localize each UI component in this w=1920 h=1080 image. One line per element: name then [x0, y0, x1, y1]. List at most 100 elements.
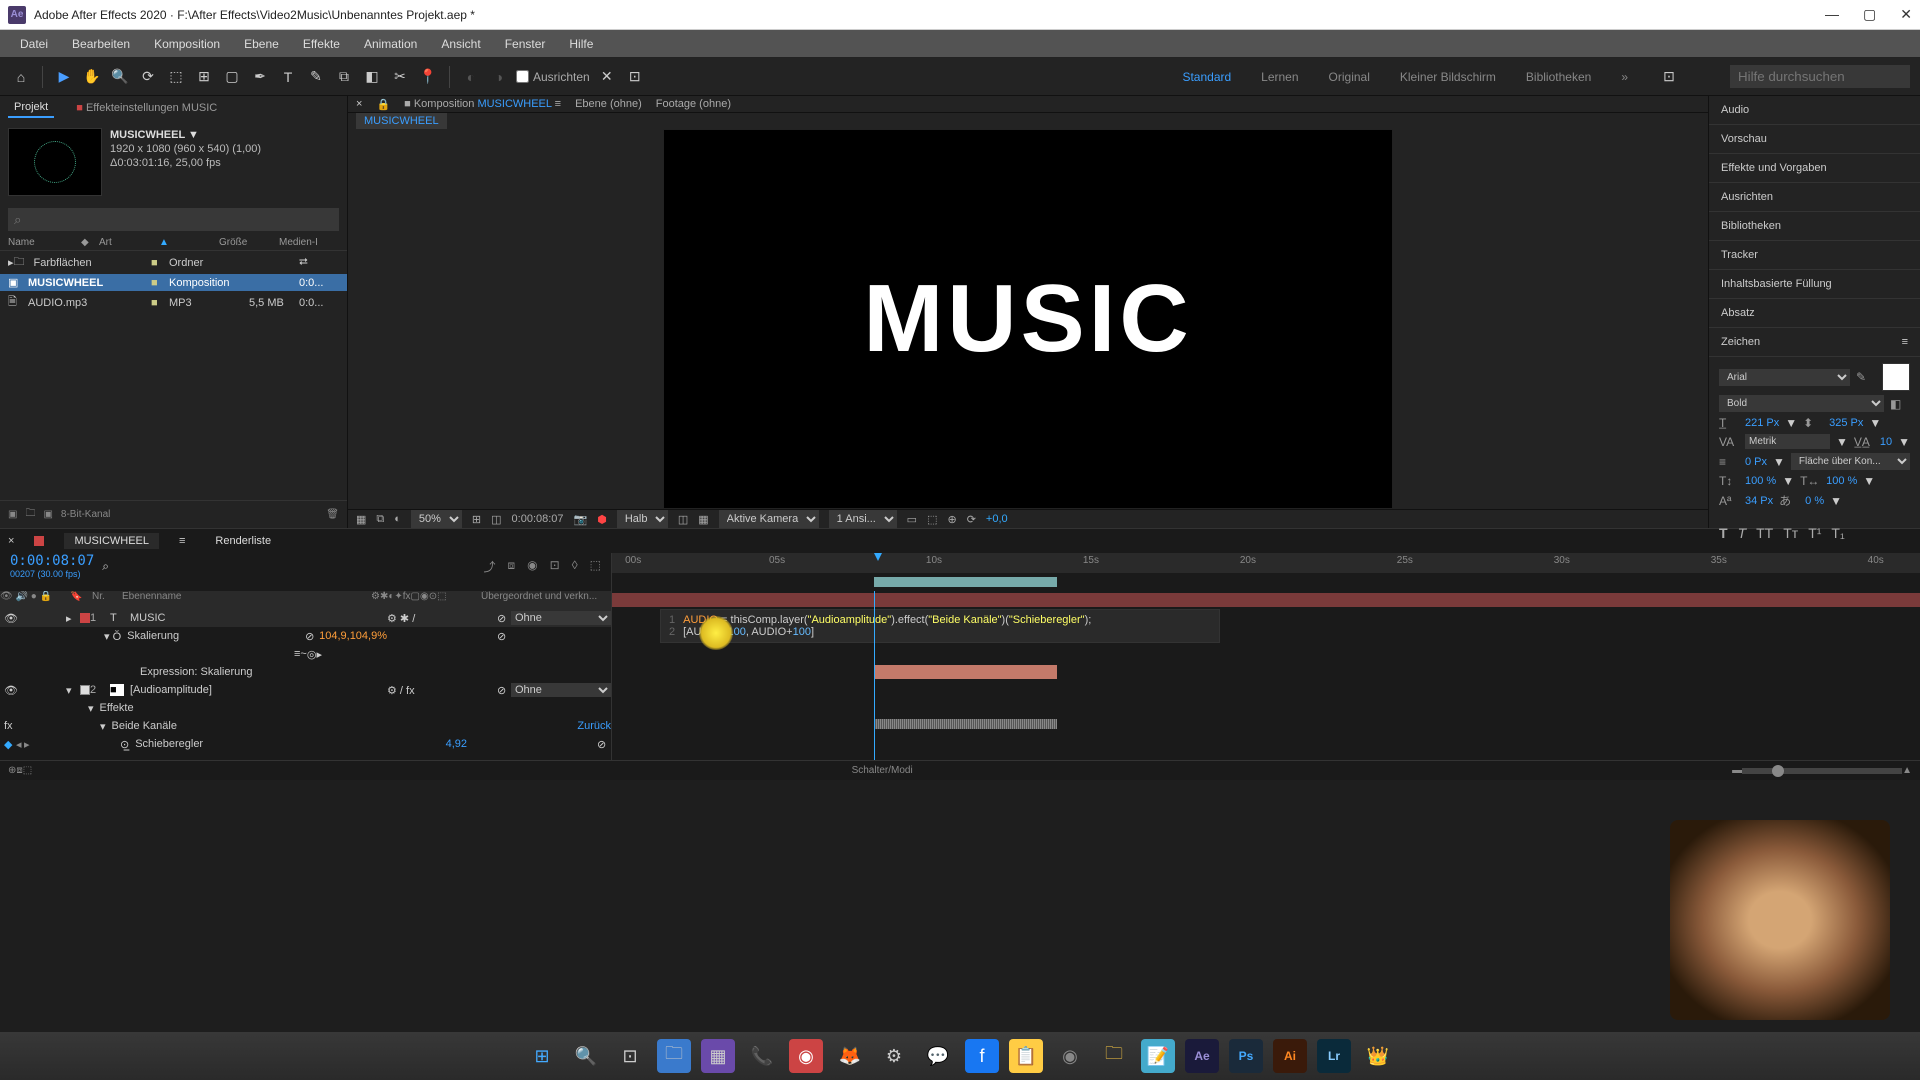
tl-toggle-icon-1[interactable]: ⊕	[8, 765, 16, 776]
bit-depth[interactable]: 8-Bit-Kanal	[61, 509, 110, 520]
anchor-tool-icon[interactable]: ⊞	[193, 66, 215, 88]
ai-taskbar-icon[interactable]: Ai	[1273, 1039, 1307, 1073]
stroke-mode-dropdown[interactable]: Fläche über Kon...	[1791, 453, 1910, 470]
viewer-icon-5[interactable]: ⬚	[927, 513, 937, 526]
workspace-bibliotheken[interactable]: Bibliotheken	[1526, 70, 1591, 84]
workspace-standard[interactable]: Standard	[1182, 70, 1231, 84]
app-icon-2[interactable]: ◉	[789, 1039, 823, 1073]
viewer-grid-icon[interactable]: ⊞	[472, 513, 481, 526]
project-search-input[interactable]	[8, 208, 339, 231]
stroke-width-value[interactable]: 0 Px	[1745, 456, 1767, 468]
timeline-timecode[interactable]: 0:00:08:07	[10, 553, 94, 569]
camera-dropdown[interactable]: Aktive Kamera	[719, 510, 819, 528]
expression-editor[interactable]: 1AUDIO = thisComp.layer("Audioamplitude"…	[660, 609, 1220, 643]
tl-close-icon[interactable]: ×	[8, 535, 14, 547]
comp-tab-lock-icon[interactable]: 🔒	[376, 98, 390, 111]
font-style-dropdown[interactable]: Bold	[1719, 395, 1884, 412]
tl-graph-icon[interactable]: ⊡	[550, 558, 560, 575]
tl-tab-comp[interactable]: MUSICWHEEL	[64, 533, 159, 549]
panel-effekte[interactable]: Effekte und Vorgaben	[1709, 154, 1920, 183]
project-item-audio[interactable]: 🗎 AUDIO.mp3 ■ MP3 5,5 MB 0:0...	[0, 291, 347, 314]
folder-taskbar-icon[interactable]: 🗀	[1097, 1039, 1131, 1073]
messenger-icon[interactable]: 💬	[921, 1039, 955, 1073]
whatsapp-icon[interactable]: 📞	[745, 1039, 779, 1073]
workspace-lernen[interactable]: Lernen	[1261, 70, 1298, 84]
panel-bibliotheken[interactable]: Bibliotheken	[1709, 212, 1920, 241]
minimize-button[interactable]: —	[1825, 6, 1839, 23]
tl-zoom-in-icon[interactable]: ▲	[1902, 765, 1912, 776]
timeline-tracks[interactable]: 1AUDIO = thisComp.layer("Audioamplitude"…	[612, 591, 1920, 760]
tl-frameblend-icon[interactable]: ⧈	[508, 558, 516, 575]
panel-tracker[interactable]: Tracker	[1709, 241, 1920, 270]
composition-viewer[interactable]: MUSIC	[663, 129, 1393, 509]
trash-icon[interactable]: 🗑	[326, 509, 339, 520]
roto-tool-icon[interactable]: ✂	[389, 66, 411, 88]
layer2-bar[interactable]	[874, 665, 1057, 679]
viewer-icon-2[interactable]: ⧉	[376, 513, 384, 526]
views-dropdown[interactable]: 1 Ansi...	[829, 510, 897, 528]
zoom-tool-icon[interactable]: 🔍	[109, 66, 131, 88]
parent-dropdown-1[interactable]: Ohne	[511, 611, 611, 625]
workspace-kleiner[interactable]: Kleiner Bildschirm	[1400, 70, 1496, 84]
panel-absatz[interactable]: Absatz	[1709, 299, 1920, 328]
viewer-mask-icon[interactable]: ◫	[491, 513, 501, 526]
interpret-icon[interactable]: ▣	[8, 509, 17, 520]
project-item-folder[interactable]: ▸ 🗀 Farbflächen ■ Ordner ⮂	[0, 251, 347, 274]
workarea-bar[interactable]	[874, 577, 1057, 587]
prop-schieberegler[interactable]: ◆◂▸ ⊙̲ Schieberegler 4,92 ⊘	[0, 735, 611, 753]
firefox-icon[interactable]: 🦊	[833, 1039, 867, 1073]
playhead[interactable]	[874, 553, 882, 561]
tl-toggle-icon-3[interactable]: ⬚	[23, 765, 32, 776]
prop-beide-kanaele[interactable]: fx▾ Beide Kanäle Zurück	[0, 717, 611, 735]
tl-marker-icon[interactable]: ◊	[572, 558, 578, 575]
tab-footage[interactable]: Footage (ohne)	[656, 98, 731, 110]
workspace-more[interactable]: »	[1621, 70, 1628, 84]
col-art[interactable]: Art	[99, 237, 159, 248]
selection-tool-icon[interactable]: ▶	[53, 66, 75, 88]
tl-search-icon[interactable]: ⌕	[102, 559, 109, 574]
menu-fenster[interactable]: Fenster	[493, 30, 558, 58]
tab-composition[interactable]: ■ Komposition MUSICWHEEL ≡	[404, 98, 561, 110]
eraser-tool-icon[interactable]: ◧	[361, 66, 383, 88]
viewer-icon-7[interactable]: ⟳	[967, 513, 976, 526]
tl-zoom-out-icon[interactable]: ▬	[1732, 765, 1742, 776]
text-tool-icon[interactable]: T	[277, 66, 299, 88]
layer-row-1[interactable]: 👁 ▸ 1 T MUSIC ⚙ ✱ / ⊘ Ohne	[0, 609, 611, 627]
col-media[interactable]: Medien-I	[279, 237, 339, 248]
start-button[interactable]: ⊞	[525, 1039, 559, 1073]
scaling-value[interactable]: 104,9,104,9%	[319, 630, 387, 642]
panel-ausrichten[interactable]: Ausrichten	[1709, 183, 1920, 212]
tab-effekteinstellungen[interactable]: ■ Effekteinstellungen MUSIC	[70, 99, 223, 117]
menu-ansicht[interactable]: Ansicht	[429, 30, 492, 58]
vscale-value[interactable]: 100 %	[1745, 475, 1776, 487]
grid-icon[interactable]: ⊡	[624, 66, 646, 88]
search-taskbar-icon[interactable]: 🔍	[569, 1039, 603, 1073]
region-icon[interactable]: ◫	[678, 513, 688, 526]
ps-taskbar-icon[interactable]: Ps	[1229, 1039, 1263, 1073]
app-icon-1[interactable]: ▦	[701, 1039, 735, 1073]
prop-effekte[interactable]: ▾ Effekte	[0, 699, 611, 717]
tab-layer[interactable]: Ebene (ohne)	[575, 98, 642, 110]
obs-icon[interactable]: ◉	[1053, 1039, 1087, 1073]
tl-zoom-slider[interactable]	[1772, 765, 1784, 777]
app-icon-5[interactable]: 👑	[1361, 1039, 1395, 1073]
home-icon[interactable]: ⌂	[10, 66, 32, 88]
fill-color-swatch[interactable]	[1882, 363, 1910, 391]
parent-dropdown-2[interactable]: Ohne	[511, 683, 611, 697]
notepad-icon[interactable]: 📝	[1141, 1039, 1175, 1073]
schalter-modi-button[interactable]: Schalter/Modi	[852, 765, 913, 776]
panel-zeichen[interactable]: Zeichen≡	[1709, 328, 1920, 357]
stroke-swatch-icon[interactable]: ◧	[1890, 397, 1910, 411]
font-family-dropdown[interactable]: Arial	[1719, 369, 1850, 386]
pen-tool-icon[interactable]: ✒	[249, 66, 271, 88]
app-icon-4[interactable]: 📋	[1009, 1039, 1043, 1073]
lr-taskbar-icon[interactable]: Lr	[1317, 1039, 1351, 1073]
col-size[interactable]: Größe	[219, 237, 279, 248]
expr-pickwhip-icon[interactable]: ◎	[307, 648, 317, 661]
snapshot-icon[interactable]: 📷	[574, 513, 588, 526]
zoom-dropdown[interactable]: 50%	[411, 510, 462, 528]
tl-3d-icon[interactable]: ⬚	[590, 558, 601, 575]
layer-row-2[interactable]: 👁 ▾ 2 ■ [Audioamplitude] ⚙ / fx ⊘ Ohne	[0, 681, 611, 699]
mode-icon-1[interactable]: ◐	[460, 66, 482, 88]
menu-bearbeiten[interactable]: Bearbeiten	[60, 30, 142, 58]
